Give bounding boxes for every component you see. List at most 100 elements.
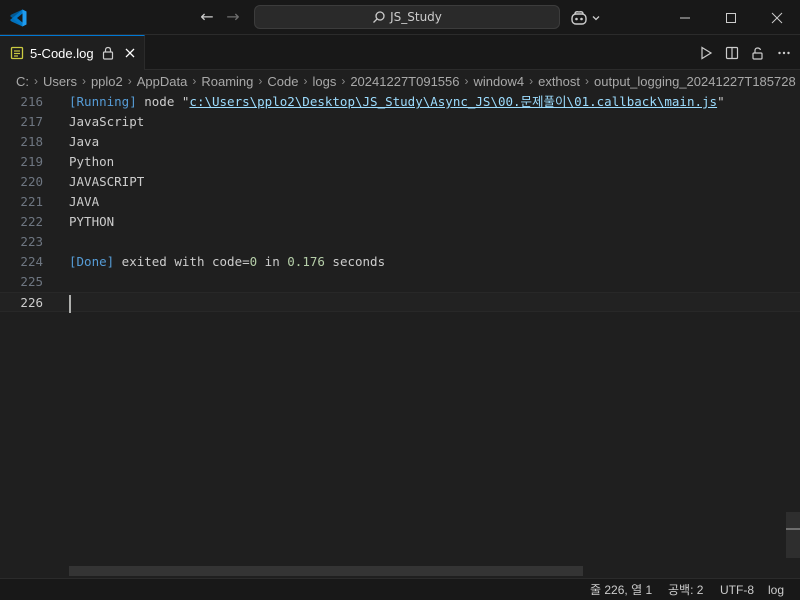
code-token: JavaScript (69, 114, 145, 129)
scrollbar-cursor-marker (786, 528, 800, 530)
line-number: 220 (20, 174, 43, 189)
maximize-icon (726, 12, 736, 23)
vertical-scrollbar[interactable] (786, 512, 800, 558)
line-number: 221 (20, 194, 43, 209)
text-cursor (69, 295, 71, 313)
code-line[interactable]: 222 PYTHON (0, 212, 800, 232)
code-token: JAVASCRIPT (69, 174, 145, 189)
chevron-down-icon (592, 16, 600, 21)
line-content: JAVA (69, 192, 99, 212)
maximize-button[interactable] (708, 0, 754, 35)
line-content: PYTHON (69, 212, 114, 232)
line-number: 226 (20, 295, 43, 310)
breadcrumb-separator-icon: › (529, 74, 534, 88)
breadcrumb-item[interactable]: Roaming (201, 74, 253, 89)
code-line[interactable]: 223 (0, 232, 800, 252)
line-content: JAVASCRIPT (69, 172, 144, 192)
code-token: 0.176 (287, 254, 325, 269)
breadcrumb-item[interactable]: C: (16, 74, 29, 89)
line-content: Java (69, 132, 99, 152)
close-tab-icon[interactable] (124, 47, 136, 59)
code-line[interactable]: 219 Python (0, 152, 800, 172)
breadcrumb-separator-icon: › (81, 74, 86, 88)
code-token: seconds (324, 254, 386, 269)
code-line[interactable]: 226 (0, 292, 800, 313)
code-token: [Running] (69, 94, 137, 109)
code-token: [Done] (69, 254, 115, 269)
breadcrumb-separator-icon: › (258, 74, 263, 88)
breadcrumb-item[interactable]: Users (43, 74, 77, 89)
breadcrumb-separator-icon: › (341, 74, 346, 88)
vscode-logo-icon[interactable] (8, 8, 28, 28)
line-number: 225 (20, 274, 43, 289)
code-token: Java (69, 134, 100, 149)
breadcrumb: C: › Users › pplo2 › AppData › Roaming › Code › logs… (0, 70, 800, 92)
status-bar: 줄 226, 열 1 공백: 2 UTF-8 log (0, 578, 800, 600)
line-content: JavaScript (69, 112, 144, 132)
indentation-setting[interactable]: 공백: 2 (668, 579, 703, 600)
breadcrumb-item[interactable]: output_logging_20241227T185728 (594, 74, 796, 89)
breadcrumb-separator-icon: › (34, 74, 38, 88)
breadcrumb-separator-icon: › (464, 74, 469, 88)
breadcrumb-item[interactable]: window4 (474, 74, 525, 89)
code-line[interactable]: 224 [Done] exited with code=0 in 0.176 se… (0, 252, 800, 272)
code-line[interactable]: 217 JavaScript (0, 112, 800, 132)
line-content: Python (69, 152, 114, 172)
code-token: exited with code= (114, 254, 250, 269)
breadcrumb-item[interactable]: pplo2 (91, 74, 123, 89)
more-actions-icon[interactable] (776, 45, 792, 61)
line-number: 224 (20, 254, 43, 269)
code-line[interactable]: 218 Java (0, 132, 800, 152)
breadcrumb-item[interactable]: exthost (538, 74, 580, 89)
file-encoding[interactable]: UTF-8 (720, 579, 754, 600)
command-center-label: JS_Study (390, 10, 442, 24)
close-window-button[interactable] (754, 0, 800, 35)
copilot-icon (571, 11, 587, 25)
code-token: Python (69, 154, 115, 169)
editor-tab[interactable]: 5-Code.log (0, 35, 145, 70)
unlock-icon[interactable] (750, 45, 766, 61)
code-token: in (257, 254, 288, 269)
split-editor-icon[interactable] (724, 45, 740, 61)
breadcrumb-item[interactable]: logs (312, 74, 336, 89)
breadcrumb-separator-icon: › (127, 74, 132, 88)
code-line[interactable]: 216 [Running] node "c:\Users\pplo2\Deskto… (0, 92, 800, 112)
code-line[interactable]: 221 JAVA (0, 192, 800, 212)
breadcrumb-item[interactable]: Code (267, 74, 298, 89)
tab-label: 5-Code.log (30, 45, 94, 61)
editor-tab-bar: 5-Code.log (0, 35, 800, 70)
go-forward-icon[interactable]: → (224, 8, 242, 26)
line-number: 217 (20, 114, 43, 129)
code-token: " (717, 94, 725, 109)
line-number: 219 (20, 154, 43, 169)
code-token: PYTHON (69, 214, 115, 229)
line-number: 222 (20, 214, 43, 229)
breadcrumb-separator-icon: › (585, 74, 590, 88)
line-content: [Done] exited with code=0 in 0.176 secon… (69, 252, 385, 272)
code-token: node " (136, 94, 190, 109)
run-icon[interactable] (698, 45, 714, 61)
line-number: 223 (20, 234, 43, 249)
code-line[interactable]: 225 (0, 272, 800, 292)
file-path-link[interactable]: c:\Users\pplo2\Desktop\JS_Study\Async_JS… (189, 94, 717, 109)
code-line[interactable]: 220 JAVASCRIPT (0, 172, 800, 192)
line-number: 216 (20, 94, 43, 109)
command-center-search[interactable]: JS_Study (254, 5, 560, 29)
close-icon (771, 12, 783, 23)
title-bar: ← → JS_Study (0, 0, 800, 35)
code-token: JAVA (69, 194, 100, 209)
breadcrumb-separator-icon: › (192, 74, 197, 88)
horizontal-scrollbar[interactable] (69, 566, 583, 576)
copilot-menu-button[interactable] (570, 8, 604, 28)
search-icon (373, 11, 385, 23)
editor-area[interactable]: 216 [Running] node "c:\Users\pplo2\Deskto… (0, 92, 800, 578)
breadcrumb-item[interactable]: 20241227T091556 (350, 74, 459, 89)
cursor-position[interactable]: 줄 226, 열 1 (590, 579, 652, 600)
breadcrumb-item[interactable]: AppData (137, 74, 188, 89)
go-back-icon[interactable]: ← (198, 8, 216, 26)
line-number: 218 (20, 134, 43, 149)
language-mode[interactable]: log (768, 579, 784, 600)
editor-actions (698, 35, 792, 70)
minimize-icon (680, 17, 690, 18)
minimize-button[interactable] (662, 0, 708, 35)
